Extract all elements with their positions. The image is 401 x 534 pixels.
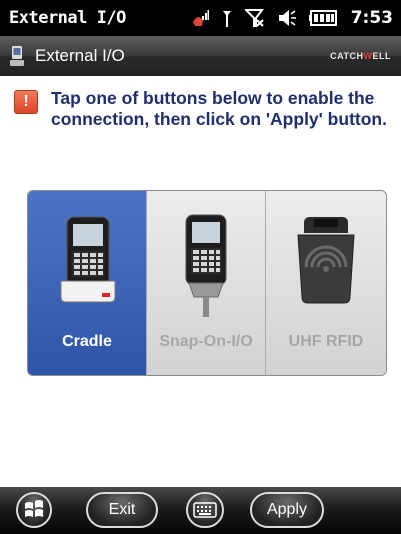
status-icons: 7:53 bbox=[191, 8, 393, 28]
status-bar-title: External I/O bbox=[9, 8, 126, 28]
status-bar: External I/O 7:53 bbox=[0, 0, 401, 36]
clock[interactable]: 7:53 bbox=[351, 8, 393, 28]
option-snap-on-io[interactable]: Snap-On-I/O bbox=[147, 191, 266, 375]
title-bar: External I/O CATCHWELL bbox=[0, 36, 401, 76]
softkey-bar: Exit Apply bbox=[0, 487, 401, 534]
snap-on-device-icon bbox=[185, 214, 227, 317]
option-label: UHF RFID bbox=[288, 333, 364, 350]
brand-logo: CATCHWELL bbox=[330, 51, 391, 61]
rfid-reader-icon bbox=[297, 217, 355, 304]
app-title: External I/O bbox=[35, 46, 125, 65]
option-cradle[interactable]: Cradle bbox=[28, 191, 147, 375]
device-icon bbox=[10, 46, 24, 66]
keyboard-button[interactable] bbox=[186, 492, 224, 528]
option-label: Cradle bbox=[62, 333, 112, 350]
instruction-text: Tap one of buttons below to enable the c… bbox=[51, 88, 387, 129]
exit-button[interactable]: Exit bbox=[86, 492, 158, 528]
instruction-notice: ! Tap one of buttons below to enable the… bbox=[14, 88, 389, 130]
warning-icon: ! bbox=[14, 90, 38, 114]
no-network-icon[interactable] bbox=[244, 8, 265, 28]
connection-options: Cradle Snap-On-I/O UHF RFID bbox=[27, 190, 387, 376]
apply-button[interactable]: Apply bbox=[250, 492, 324, 528]
cradle-device-icon bbox=[60, 216, 116, 303]
signal-icon[interactable] bbox=[191, 8, 209, 28]
antenna-icon[interactable] bbox=[221, 8, 233, 28]
keyboard-icon bbox=[193, 502, 217, 518]
option-uhf-rfid[interactable]: UHF RFID bbox=[266, 191, 386, 375]
battery-icon[interactable] bbox=[308, 9, 339, 27]
option-label: Snap-On-I/O bbox=[159, 333, 253, 350]
speaker-icon[interactable] bbox=[277, 8, 297, 28]
windows-start-icon bbox=[25, 500, 43, 517]
start-button[interactable] bbox=[16, 492, 52, 528]
